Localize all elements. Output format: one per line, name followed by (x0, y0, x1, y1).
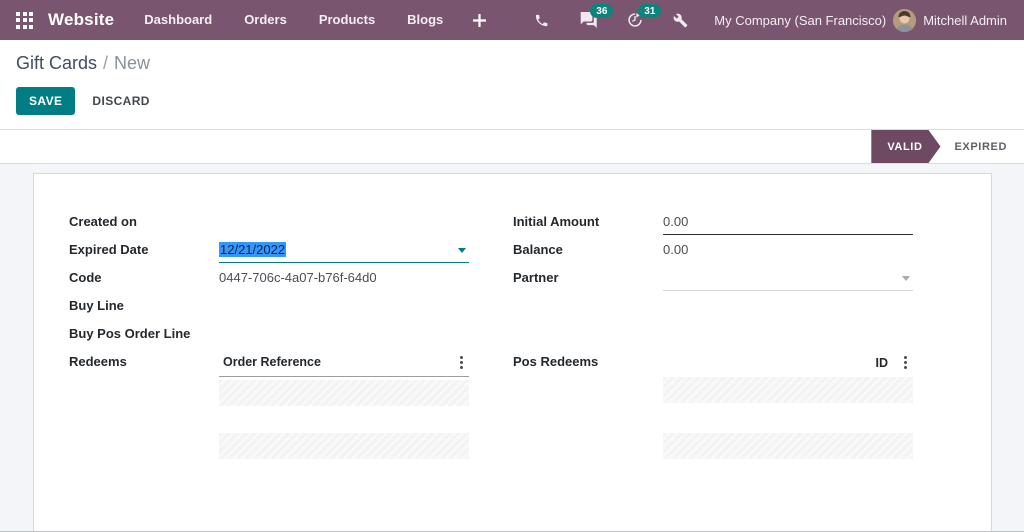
status-valid[interactable]: VALID (871, 130, 940, 163)
company-switcher[interactable]: My Company (San Francisco) (714, 13, 886, 28)
redeems-column-order-reference[interactable]: Order Reference (223, 355, 321, 369)
field-code: Code 0447-706c-4a07-b76f-64d0 (69, 264, 469, 292)
messages-count-badge[interactable]: 36 (590, 4, 614, 18)
form-left-column: Created on Expired Date 12/21/2022 Code … (69, 208, 469, 459)
action-buttons: SAVE DISCARD (16, 87, 1008, 115)
field-initial-amount: Initial Amount 0.00 (513, 208, 913, 236)
partner-label: Partner (513, 270, 559, 285)
menu-item-orders[interactable]: Orders (228, 0, 303, 40)
balance-label: Balance (513, 242, 563, 257)
breadcrumb-current: New (114, 53, 151, 73)
messages-icon[interactable]: 36 (579, 4, 614, 28)
apps-menu-icon[interactable] (16, 11, 33, 29)
user-avatar (893, 8, 917, 32)
pos-redeems-label: Pos Redeems (513, 354, 599, 369)
balance-value: 0.00 (663, 242, 689, 257)
form-right-column: Initial Amount 0.00 Balance 0.00 Partner (513, 208, 913, 459)
field-pos-redeems: Pos Redeems ID (513, 348, 913, 459)
menu-item-blogs[interactable]: Blogs (391, 0, 459, 40)
redeems-optional-columns-icon[interactable] (458, 354, 465, 371)
content-area: Created on Expired Date 12/21/2022 Code … (0, 164, 1024, 531)
field-expired-date: Expired Date 12/21/2022 (69, 236, 469, 264)
new-content-plus-icon[interactable] (459, 0, 500, 40)
expired-date-value: 12/21/2022 (219, 242, 287, 257)
field-created-on: Created on (69, 208, 469, 236)
top-navbar: Website Dashboard Orders Products Blogs … (0, 0, 1024, 40)
save-button[interactable]: SAVE (16, 87, 76, 115)
activities-clock-icon[interactable]: 31 (627, 4, 662, 28)
pos-redeems-empty-row (663, 433, 913, 459)
activities-count-badge[interactable]: 31 (638, 4, 662, 18)
field-redeems: Redeems Order Reference (69, 348, 469, 459)
menu-item-products[interactable]: Products (303, 0, 391, 40)
partner-dropdown-caret-icon[interactable] (902, 276, 910, 281)
field-partner: Partner (513, 264, 913, 292)
systray: 36 31 (534, 4, 688, 28)
datepicker-caret-icon[interactable] (458, 248, 466, 253)
pos-redeems-empty-row (663, 377, 913, 403)
pos-redeems-optional-columns-icon[interactable] (902, 354, 909, 371)
expired-date-input[interactable]: 12/21/2022 (219, 237, 469, 263)
status-expired[interactable]: EXPIRED (941, 130, 1024, 163)
control-panel: Gift Cards / New SAVE DISCARD (0, 40, 1024, 130)
code-label: Code (69, 270, 102, 285)
pos-redeems-column-id[interactable]: ID (876, 356, 889, 370)
main-menu: Dashboard Orders Products Blogs (128, 0, 459, 40)
discard-button[interactable]: DISCARD (92, 94, 149, 108)
redeems-list-header: Order Reference (219, 348, 469, 377)
field-buy-line: Buy Line (69, 292, 469, 320)
phone-icon[interactable] (534, 13, 549, 28)
menu-item-dashboard[interactable]: Dashboard (128, 0, 228, 40)
initial-amount-input[interactable]: 0.00 (663, 209, 913, 235)
app-name[interactable]: Website (48, 10, 114, 30)
initial-amount-label: Initial Amount (513, 214, 600, 229)
pos-redeems-list-header: ID (663, 348, 913, 377)
field-balance: Balance 0.00 (513, 236, 913, 264)
breadcrumb-gift-cards-link[interactable]: Gift Cards (16, 53, 97, 73)
breadcrumb-separator: / (103, 53, 109, 73)
user-name: Mitchell Admin (923, 12, 1007, 28)
redeems-empty-row (219, 433, 469, 459)
pos-redeems-list: ID (663, 348, 913, 459)
user-menu[interactable]: Mitchell Admin (893, 8, 1007, 32)
code-value: 0447-706c-4a07-b76f-64d0 (219, 270, 377, 285)
buy-line-label: Buy Line (69, 298, 124, 313)
field-buy-pos-order-line: Buy Pos Order Line (69, 320, 469, 348)
partner-input[interactable] (663, 265, 913, 291)
redeems-list: Order Reference (219, 348, 469, 459)
created-on-label: Created on (69, 214, 137, 229)
form-sheet: Created on Expired Date 12/21/2022 Code … (33, 173, 992, 531)
buy-pos-order-line-label: Buy Pos Order Line (69, 326, 191, 341)
tools-wrench-icon[interactable] (673, 13, 688, 28)
redeems-label: Redeems (69, 354, 127, 369)
expired-date-label: Expired Date (69, 242, 149, 257)
breadcrumb: Gift Cards / New (16, 53, 1008, 74)
redeems-empty-row (219, 380, 469, 406)
statusbar: VALID EXPIRED (0, 130, 1024, 164)
